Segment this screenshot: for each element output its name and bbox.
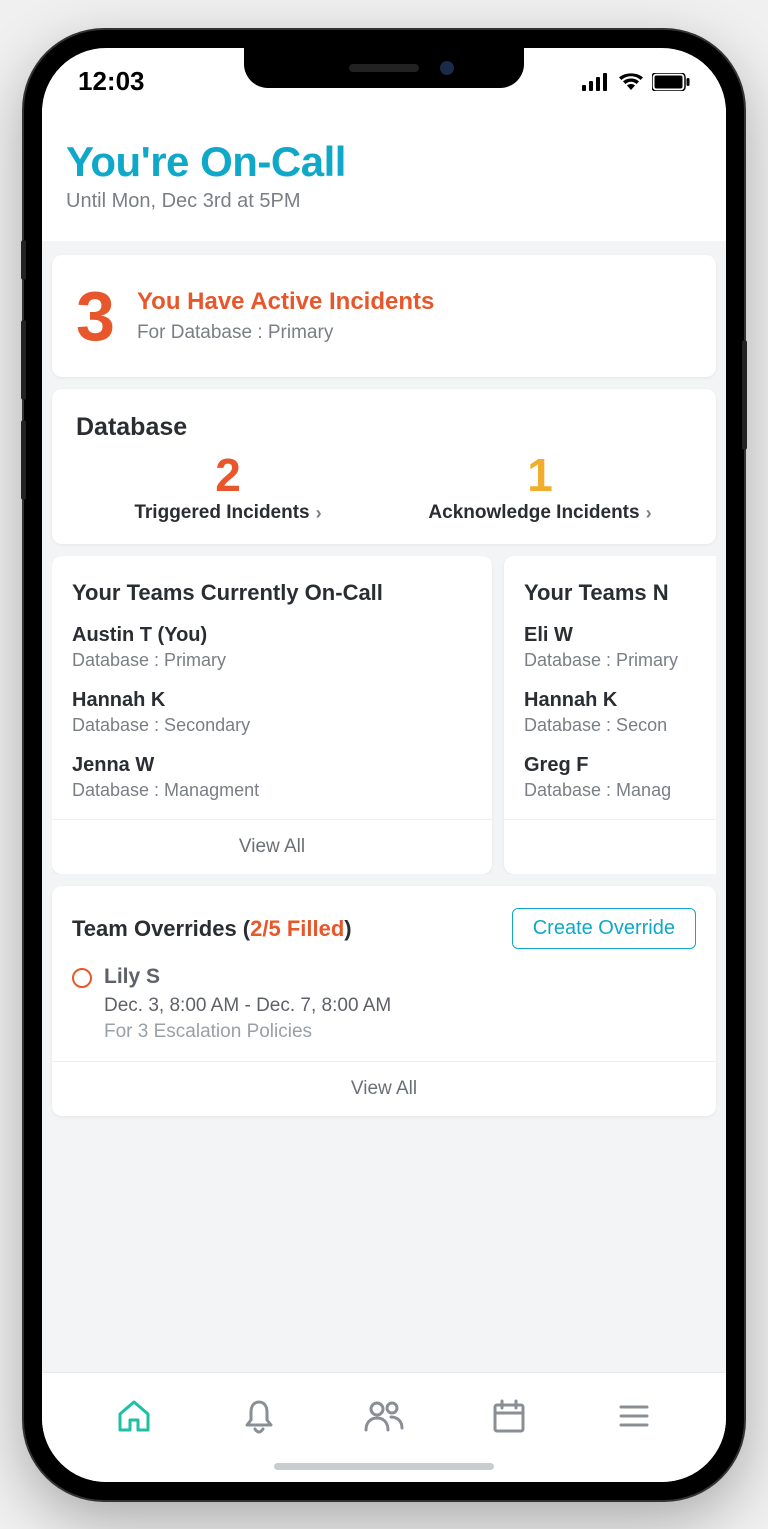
list-item[interactable]: Hannah K Database : Secon: [524, 689, 716, 736]
page-title: You're On-Call: [66, 138, 702, 186]
volume-up-button: [21, 320, 26, 400]
teams-current-title: Your Teams Currently On-Call: [72, 580, 472, 606]
list-item[interactable]: Austin T (You) Database : Primary: [72, 624, 472, 671]
member-name: Austin T (You): [72, 624, 472, 647]
acknowledged-label: Acknowledge Incidents ›: [428, 502, 651, 524]
tab-schedule[interactable]: [484, 1391, 534, 1441]
create-override-button[interactable]: Create Override: [512, 908, 696, 949]
view-all-button[interactable]: View All: [52, 819, 492, 874]
list-item[interactable]: Greg F Database : Manag: [524, 754, 716, 801]
chevron-right-icon: ›: [646, 503, 652, 524]
header-section: You're On-Call Until Mon, Dec 3rd at 5PM: [42, 108, 726, 241]
front-camera: [440, 61, 454, 75]
teams-current-card: Your Teams Currently On-Call Austin T (Y…: [52, 556, 492, 874]
menu-icon: [614, 1396, 654, 1436]
overrides-title: Team Overrides (2/5 Filled): [72, 916, 352, 942]
screen: 12:03 You're On-Call Until Mon, Dec 3rd …: [42, 48, 726, 1482]
member-name: Jenna W: [72, 754, 472, 777]
home-indicator[interactable]: [274, 1463, 494, 1470]
speaker: [349, 64, 419, 72]
overrides-header: Team Overrides (2/5 Filled) Create Overr…: [72, 908, 696, 949]
battery-icon: [652, 73, 690, 91]
overrides-title-prefix: Team Overrides (: [72, 916, 250, 941]
acknowledged-incidents-button[interactable]: 1 Acknowledge Incidents ›: [384, 450, 696, 525]
override-time: Dec. 3, 8:00 AM - Dec. 7, 8:00 AM: [104, 995, 391, 1017]
active-incidents-title: You Have Active Incidents: [137, 288, 434, 316]
acknowledged-label-text: Acknowledge Incidents: [428, 502, 639, 524]
tab-menu[interactable]: [609, 1391, 659, 1441]
mute-switch: [21, 240, 26, 280]
member-role: Database : Secondary: [72, 715, 472, 736]
triggered-count: 2: [72, 450, 384, 501]
member-role: Database : Secon: [524, 715, 716, 736]
override-name: Lily S: [104, 965, 391, 989]
active-incidents-count: 3: [76, 281, 115, 351]
database-stats-row: 2 Triggered Incidents › 1 Acknowledge In…: [72, 450, 696, 525]
triggered-label: Triggered Incidents ›: [134, 502, 321, 524]
member-name: Eli W: [524, 624, 716, 647]
home-icon: [114, 1396, 154, 1436]
member-role: Database : Primary: [72, 650, 472, 671]
page-subtitle: Until Mon, Dec 3rd at 5PM: [66, 190, 702, 213]
tab-teams[interactable]: [359, 1391, 409, 1441]
override-item[interactable]: Lily S Dec. 3, 8:00 AM - Dec. 7, 8:00 AM…: [72, 965, 696, 1043]
notch: [244, 48, 524, 88]
app-body: You're On-Call Until Mon, Dec 3rd at 5PM…: [42, 108, 726, 1372]
teams-next-title: Your Teams N: [524, 580, 716, 606]
member-name: Hannah K: [524, 689, 716, 712]
member-role: Database : Primary: [524, 650, 716, 671]
content: 3 You Have Active Incidents For Database…: [42, 241, 726, 1131]
active-incidents-text: You Have Active Incidents For Database :…: [137, 288, 434, 344]
people-icon: [362, 1396, 406, 1436]
view-all-button[interactable]: View All: [52, 1061, 716, 1116]
power-button: [742, 340, 747, 450]
list-item[interactable]: Jenna W Database : Managment: [72, 754, 472, 801]
bell-icon: [239, 1396, 279, 1436]
overrides-title-suffix: ): [344, 916, 351, 941]
active-incidents-subtitle: For Database : Primary: [137, 322, 434, 344]
volume-down-button: [21, 420, 26, 500]
tab-alerts[interactable]: [234, 1391, 284, 1441]
member-role: Database : Managment: [72, 780, 472, 801]
override-item-text: Lily S Dec. 3, 8:00 AM - Dec. 7, 8:00 AM…: [104, 965, 391, 1043]
phone-frame: 12:03 You're On-Call Until Mon, Dec 3rd …: [24, 30, 744, 1500]
cellular-signal-icon: [582, 73, 610, 91]
overrides-card: Team Overrides (2/5 Filled) Create Overr…: [52, 886, 716, 1116]
member-role: Database : Manag: [524, 780, 716, 801]
database-card-title: Database: [72, 413, 696, 442]
database-card: Database 2 Triggered Incidents › 1: [52, 389, 716, 545]
status-circle-icon: [72, 968, 92, 988]
teams-next-card: Your Teams N Eli W Database : Primary Ha…: [504, 556, 716, 874]
active-incidents-card[interactable]: 3 You Have Active Incidents For Database…: [52, 255, 716, 377]
teams-row[interactable]: Your Teams Currently On-Call Austin T (Y…: [52, 556, 716, 874]
overrides-filled-count: 2/5 Filled: [250, 916, 344, 941]
wifi-icon: [618, 73, 644, 91]
view-all-button[interactable]: [504, 819, 716, 874]
member-name: Greg F: [524, 754, 716, 777]
tab-home[interactable]: [109, 1391, 159, 1441]
member-name: Hannah K: [72, 689, 472, 712]
triggered-label-text: Triggered Incidents: [134, 502, 309, 524]
status-time: 12:03: [78, 66, 145, 97]
chevron-right-icon: ›: [316, 503, 322, 524]
triggered-incidents-button[interactable]: 2 Triggered Incidents ›: [72, 450, 384, 525]
list-item[interactable]: Hannah K Database : Secondary: [72, 689, 472, 736]
status-icons: [582, 73, 690, 91]
override-policies: For 3 Escalation Policies: [104, 1021, 391, 1043]
acknowledged-count: 1: [384, 450, 696, 501]
calendar-icon: [489, 1396, 529, 1436]
list-item[interactable]: Eli W Database : Primary: [524, 624, 716, 671]
